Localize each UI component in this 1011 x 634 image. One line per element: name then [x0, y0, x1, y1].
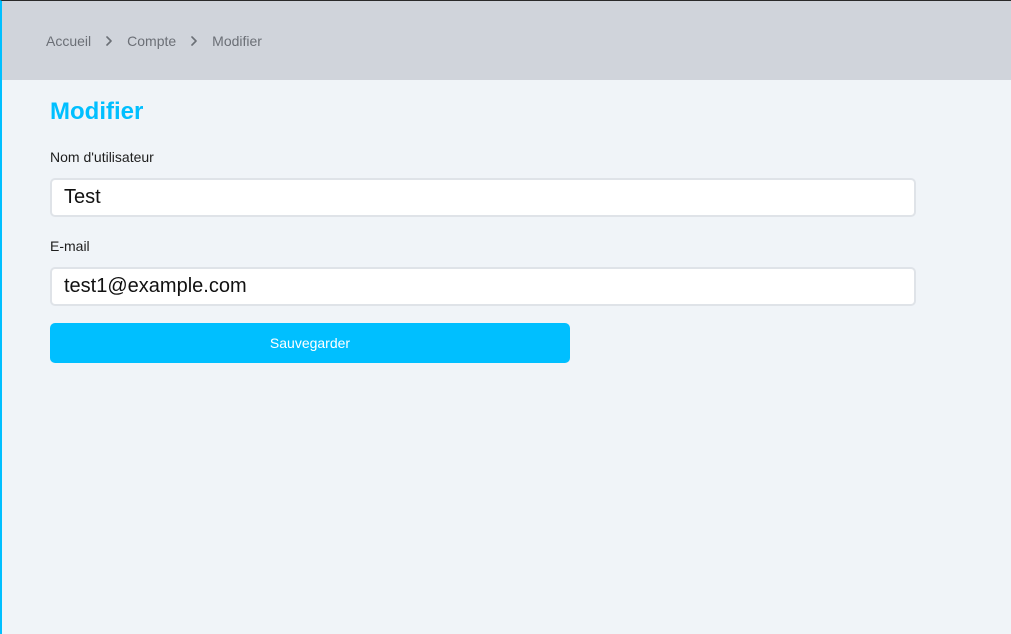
username-field-group: Nom d'utilisateur	[50, 149, 1011, 217]
breadcrumb: Accueil Compte Modifier	[46, 31, 262, 51]
edit-account-form: Nom d'utilisateur E-mail Sauvegarder	[50, 149, 1011, 363]
username-label: Nom d'utilisateur	[50, 149, 154, 165]
username-input[interactable]	[50, 178, 916, 217]
breadcrumb-item-home[interactable]: Accueil	[46, 33, 91, 49]
chevron-right-icon	[91, 31, 127, 51]
email-label: E-mail	[50, 238, 90, 254]
breadcrumb-item-account[interactable]: Compte	[127, 33, 176, 49]
main-content: Modifier Nom d'utilisateur E-mail Sauveg…	[2, 80, 1011, 363]
breadcrumb-bar: Accueil Compte Modifier	[2, 1, 1011, 80]
breadcrumb-item-current: Modifier	[212, 32, 262, 49]
page-title: Modifier	[50, 98, 144, 125]
chevron-right-icon	[176, 31, 212, 51]
email-field-group: E-mail	[50, 238, 1011, 306]
save-button[interactable]: Sauvegarder	[50, 323, 570, 363]
app-frame: Accueil Compte Modifier Modifier Nom d'u…	[0, 0, 1011, 634]
email-input[interactable]	[50, 267, 916, 306]
